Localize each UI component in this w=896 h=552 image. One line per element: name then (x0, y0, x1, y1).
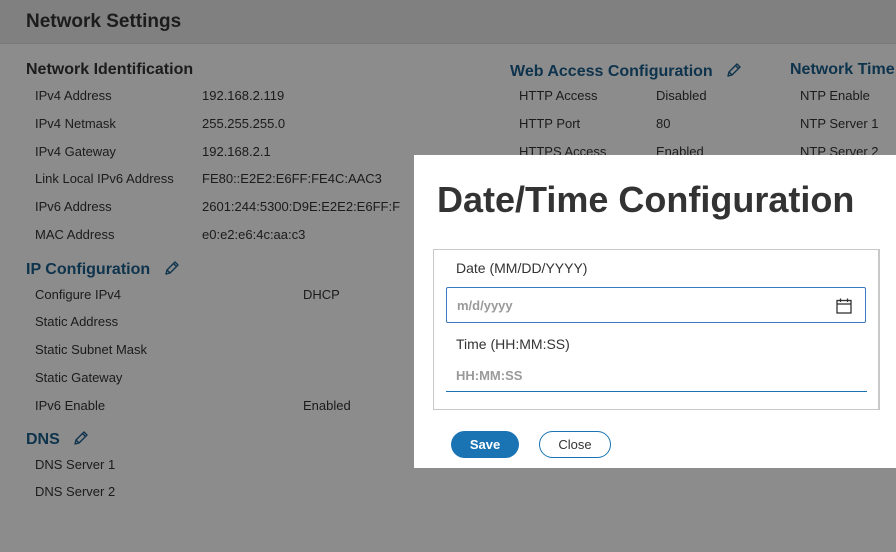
calendar-icon[interactable] (835, 297, 853, 315)
dialog-title: Date/Time Configuration (437, 179, 855, 220)
datetime-dialog: Date/Time Configuration Date (MM/DD/YYYY… (414, 155, 896, 468)
date-placeholder: m/d/yyyy (457, 298, 513, 313)
time-field[interactable]: HH:MM:SS (456, 368, 522, 383)
save-button[interactable]: Save (451, 431, 519, 458)
date-label: Date (MM/DD/YYYY) (456, 260, 588, 276)
time-field-underline (446, 391, 867, 392)
close-button[interactable]: Close (539, 431, 611, 458)
date-field[interactable]: m/d/yyyy (446, 287, 866, 323)
time-label: Time (HH:MM:SS) (456, 336, 570, 352)
datetime-form: Date (MM/DD/YYYY) m/d/yyyy Time (HH:MM:S… (433, 249, 880, 410)
